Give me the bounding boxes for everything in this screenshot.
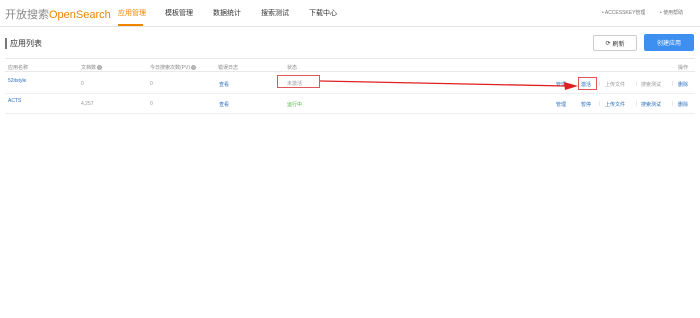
refresh-icon: ⟳ — [605, 40, 611, 47]
app-name-link[interactable]: 52itstyle — [8, 78, 26, 84]
header-app-name: 应用名称 — [8, 65, 29, 71]
tab-app-management[interactable]: 应用管理 — [118, 8, 146, 18]
today-pv: 0 — [150, 81, 153, 87]
search-test-link[interactable]: 搜索测试 — [641, 101, 661, 108]
doc-count: 4,257 — [81, 101, 94, 107]
action-separator: | — [599, 101, 601, 107]
pause-link[interactable]: 暂停 — [581, 101, 591, 108]
row-divider — [5, 113, 695, 114]
header-error-log: 错误日志 — [218, 65, 239, 71]
tab-template-management[interactable]: 模板管理 — [165, 8, 193, 18]
action-separator: | — [636, 81, 638, 87]
annotation-activate-highlight — [578, 77, 597, 90]
error-log-view-link[interactable]: 查看 — [219, 81, 229, 88]
search-test-link[interactable]: 搜索测试 — [641, 81, 661, 88]
delete-link[interactable]: 删除 — [678, 81, 688, 88]
row-divider — [5, 93, 695, 94]
tab-search-test[interactable]: 搜索测试 — [261, 8, 289, 18]
error-log-view-link[interactable]: 查看 — [219, 101, 229, 108]
status-running: 运行中 — [287, 102, 303, 108]
delete-link[interactable]: 删除 — [678, 101, 688, 108]
manage-link[interactable]: 管理 — [556, 81, 566, 88]
header-actions: 操作 — [678, 65, 689, 71]
doc-count: 0 — [81, 81, 84, 87]
action-separator: | — [672, 81, 674, 87]
help-icon[interactable]: ? — [97, 65, 103, 71]
help-link[interactable]: • 使用帮助 — [660, 9, 683, 16]
tab-statistics[interactable]: 数据统计 — [213, 8, 241, 18]
refresh-label: 刷新 — [612, 41, 625, 48]
brand-logo[interactable]: 开放搜索OpenSearch — [5, 6, 111, 22]
create-app-button[interactable]: 创建应用 — [644, 34, 694, 51]
app-name-link[interactable]: ACTS — [8, 98, 21, 104]
upload-file-link[interactable]: 上传文件 — [605, 101, 625, 108]
refresh-button[interactable]: ⟳ 刷新 — [593, 35, 637, 51]
page-title: 应用列表 — [10, 39, 42, 48]
manage-link[interactable]: 管理 — [556, 101, 566, 108]
header-divider — [5, 58, 695, 59]
tab-download-center[interactable]: 下载中心 — [309, 8, 337, 18]
annotation-status-highlight — [277, 75, 320, 88]
help-icon[interactable]: ? — [191, 65, 197, 71]
action-separator: | — [672, 101, 674, 107]
brand-prefix: 开放搜索 — [5, 9, 49, 21]
top-navigation: 开放搜索OpenSearch 应用管理 模板管理 数据统计 搜索测试 下载中心 … — [0, 0, 700, 27]
today-pv: 0 — [150, 101, 153, 107]
action-separator: | — [599, 81, 601, 87]
active-tab-underline — [118, 24, 143, 26]
brand-name: OpenSearch — [49, 9, 111, 21]
header-status: 状态 — [287, 65, 298, 71]
table-header-divider — [5, 71, 695, 72]
accesskey-link[interactable]: • ACCESSKEY管理 — [602, 9, 645, 16]
header-today-pv: 今日搜索次数(PV)? — [150, 64, 197, 71]
upload-file-link[interactable]: 上传文件 — [605, 81, 625, 88]
action-separator: | — [636, 101, 638, 107]
title-marker — [5, 38, 7, 49]
header-doc-count: 文档数? — [81, 64, 103, 71]
